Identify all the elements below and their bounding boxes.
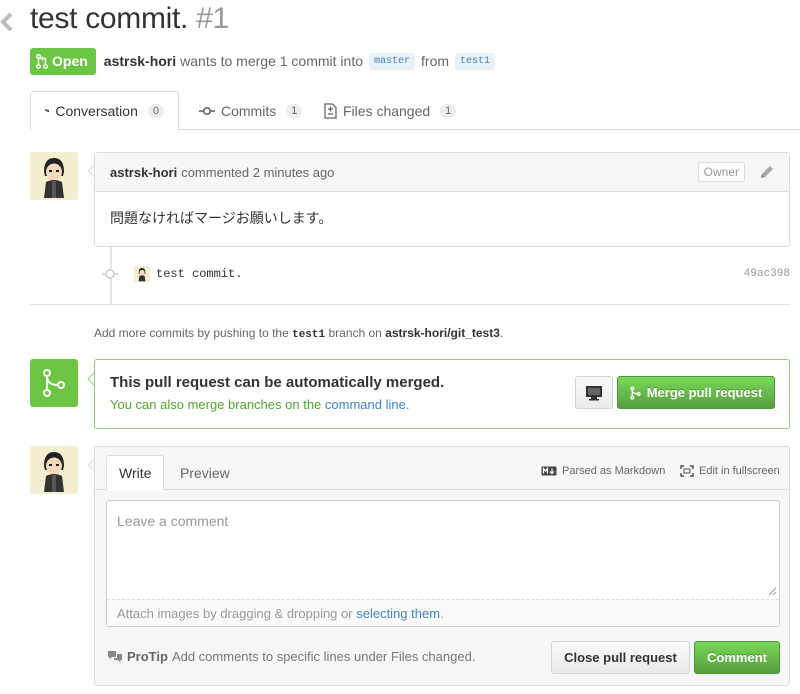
fullscreen-label: Edit in fullscreen xyxy=(699,465,780,477)
merge-title: This pull request can be automatically m… xyxy=(110,374,445,391)
command-line-link[interactable]: command line. xyxy=(325,397,410,412)
state-label: Open xyxy=(52,53,88,69)
pr-meta: Open astrsk-hori wants to merge 1 commit… xyxy=(30,47,501,75)
conversation-icon xyxy=(45,109,50,113)
commit-row: test commit. 49ac398 xyxy=(100,263,790,285)
conversation-icon xyxy=(108,650,122,662)
markdown-help-link[interactable]: Parsed as Markdown xyxy=(541,465,665,477)
monitor-icon xyxy=(586,385,602,400)
push-hint-branch: test1 xyxy=(292,329,326,341)
tab-counter: 1 xyxy=(286,103,303,118)
comment-time-link[interactable]: 2 minutes ago xyxy=(253,165,335,180)
new-comment-form: Write Preview Parsed as Markdown Edit in… xyxy=(94,446,790,686)
attach-suffix: . xyxy=(440,606,444,621)
fullscreen-icon xyxy=(680,465,694,477)
tab-label: Commits xyxy=(221,102,277,119)
comment-avatar[interactable] xyxy=(30,152,78,200)
current-user-avatar[interactable] xyxy=(30,446,78,494)
tab-counter: 0 xyxy=(147,104,164,118)
commit-icon xyxy=(199,106,215,115)
comment-action: commented xyxy=(181,164,250,180)
merge-subtitle: You can also merge branches on the comma… xyxy=(110,397,409,412)
avatar-figure-icon xyxy=(30,446,78,494)
merge-pull-request-button[interactable]: Merge pull request xyxy=(617,376,775,409)
push-hint-repo: astrsk-hori/git_test3 xyxy=(385,326,500,340)
markdown-icon xyxy=(541,466,557,476)
comment-textarea-wrap: Attach images by dragging & dropping or … xyxy=(106,500,780,627)
file-diff-icon xyxy=(324,102,337,119)
avatar-figure-icon xyxy=(30,152,78,200)
commit-sha-link[interactable]: 49ac398 xyxy=(744,268,790,280)
push-hint-middle: branch on xyxy=(328,326,382,340)
markdown-label: Parsed as Markdown xyxy=(562,465,666,477)
tab-preview[interactable]: Preview xyxy=(168,455,242,491)
push-hint-prefix: Add more commits by pushing to the xyxy=(94,326,289,340)
protip-text: Add comments to specific lines under Fil… xyxy=(171,649,476,664)
attach-drop-zone[interactable]: Attach images by dragging & dropping or … xyxy=(107,599,779,626)
pr-number: #1 xyxy=(196,2,229,35)
commit-message-link[interactable]: test commit. xyxy=(156,267,242,281)
comment-header: astrsk-hori commented 2 minutes ago Owne… xyxy=(95,153,789,192)
timeline-separator xyxy=(30,304,790,305)
base-branch: master xyxy=(369,52,416,70)
push-hint: Add more commits by pushing to the test1… xyxy=(94,326,503,341)
merge-box: This pull request can be automatically m… xyxy=(94,359,790,429)
form-tabs: Write Preview Parsed as Markdown Edit in… xyxy=(95,447,789,491)
comment-button[interactable]: Comment xyxy=(694,641,780,674)
tab-label: Files changed xyxy=(343,102,431,119)
comment-author-link[interactable]: astrsk-hori xyxy=(110,165,177,180)
tab-conversation[interactable]: Conversation 0 xyxy=(30,91,179,131)
tab-write[interactable]: Write xyxy=(106,455,165,491)
tab-counter: 1 xyxy=(440,103,457,118)
back-chevron-icon[interactable] xyxy=(0,12,14,32)
open-desktop-button[interactable] xyxy=(575,376,613,409)
from-text: from xyxy=(421,53,450,69)
tab-files-changed[interactable]: Files changed 1 xyxy=(310,91,470,130)
merge-sub-prefix: You can also merge branches on the xyxy=(110,397,322,412)
fullscreen-link[interactable]: Edit in fullscreen xyxy=(680,465,780,477)
protip-label: ProTip xyxy=(127,649,168,664)
comment-textarea[interactable] xyxy=(107,501,779,600)
head-branch: test1 xyxy=(455,52,496,70)
resize-grip-icon[interactable] xyxy=(767,586,777,596)
select-files-link[interactable]: selecting them xyxy=(356,606,440,621)
git-merge-icon xyxy=(629,385,641,400)
merge-status-icon-box xyxy=(30,359,78,407)
state-badge: Open xyxy=(30,47,96,75)
attach-prefix: Attach images by dragging & dropping or xyxy=(117,606,353,621)
push-hint-suffix: . xyxy=(499,326,504,340)
git-merge-icon xyxy=(43,369,65,397)
pull-request-icon xyxy=(36,53,48,69)
author-link[interactable]: astrsk-hori xyxy=(104,53,176,69)
comment-body: 問題なければマージお願いします。 xyxy=(110,211,333,227)
pr-title-text: test commit. xyxy=(30,2,189,35)
pr-title: test commit. #1 xyxy=(30,2,229,36)
tab-label: Conversation xyxy=(55,103,138,119)
avatar-figure-icon xyxy=(134,266,150,282)
close-pull-request-button[interactable]: Close pull request xyxy=(551,641,690,674)
commit-author-avatar[interactable] xyxy=(134,266,150,282)
protip: ProTip Add comments to specific lines un… xyxy=(107,649,475,664)
comment-box: astrsk-hori commented 2 minutes ago Owne… xyxy=(94,152,790,247)
merge-text: wants to merge 1 commit into xyxy=(180,53,363,69)
pr-tabs: Conversation 0 Commits 1 Files changed 1 xyxy=(30,91,800,131)
tab-commits[interactable]: Commits 1 xyxy=(185,91,316,130)
owner-badge: Owner xyxy=(697,162,745,182)
commit-node-icon xyxy=(102,269,118,279)
pencil-icon[interactable] xyxy=(759,164,775,180)
merge-button-label: Merge pull request xyxy=(646,385,763,400)
